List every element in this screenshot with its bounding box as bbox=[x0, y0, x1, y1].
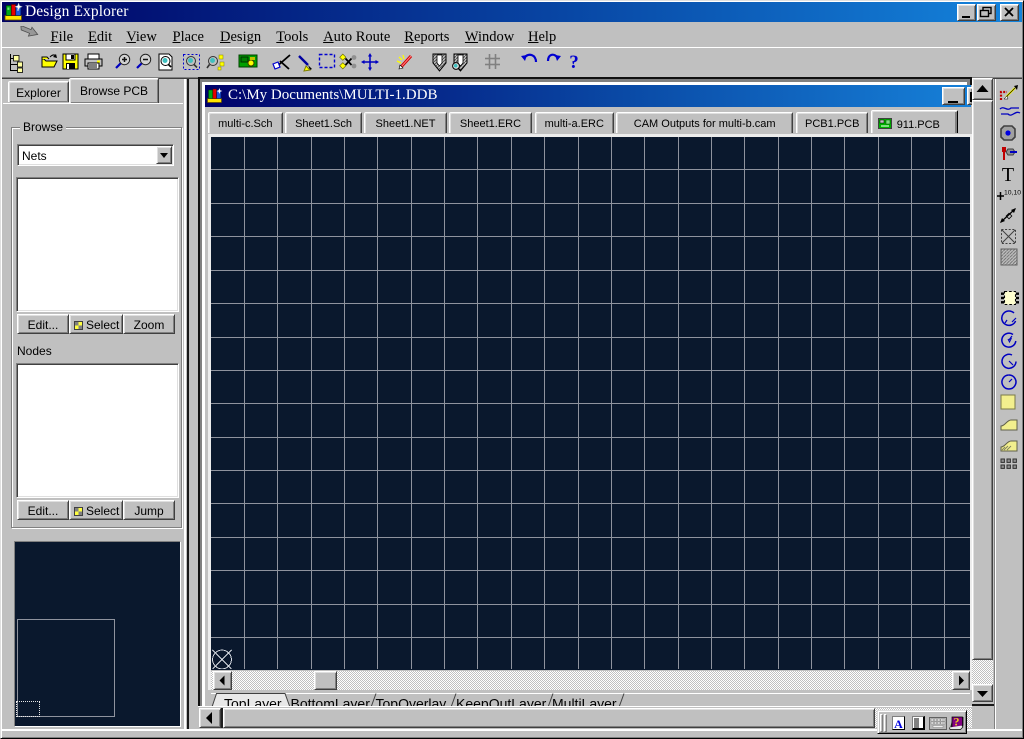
svg-text:?: ? bbox=[569, 53, 579, 70]
svg-text:10,10: 10,10 bbox=[1004, 190, 1021, 197]
svg-text:T: T bbox=[1002, 166, 1014, 184]
svg-text:?: ? bbox=[953, 714, 959, 728]
